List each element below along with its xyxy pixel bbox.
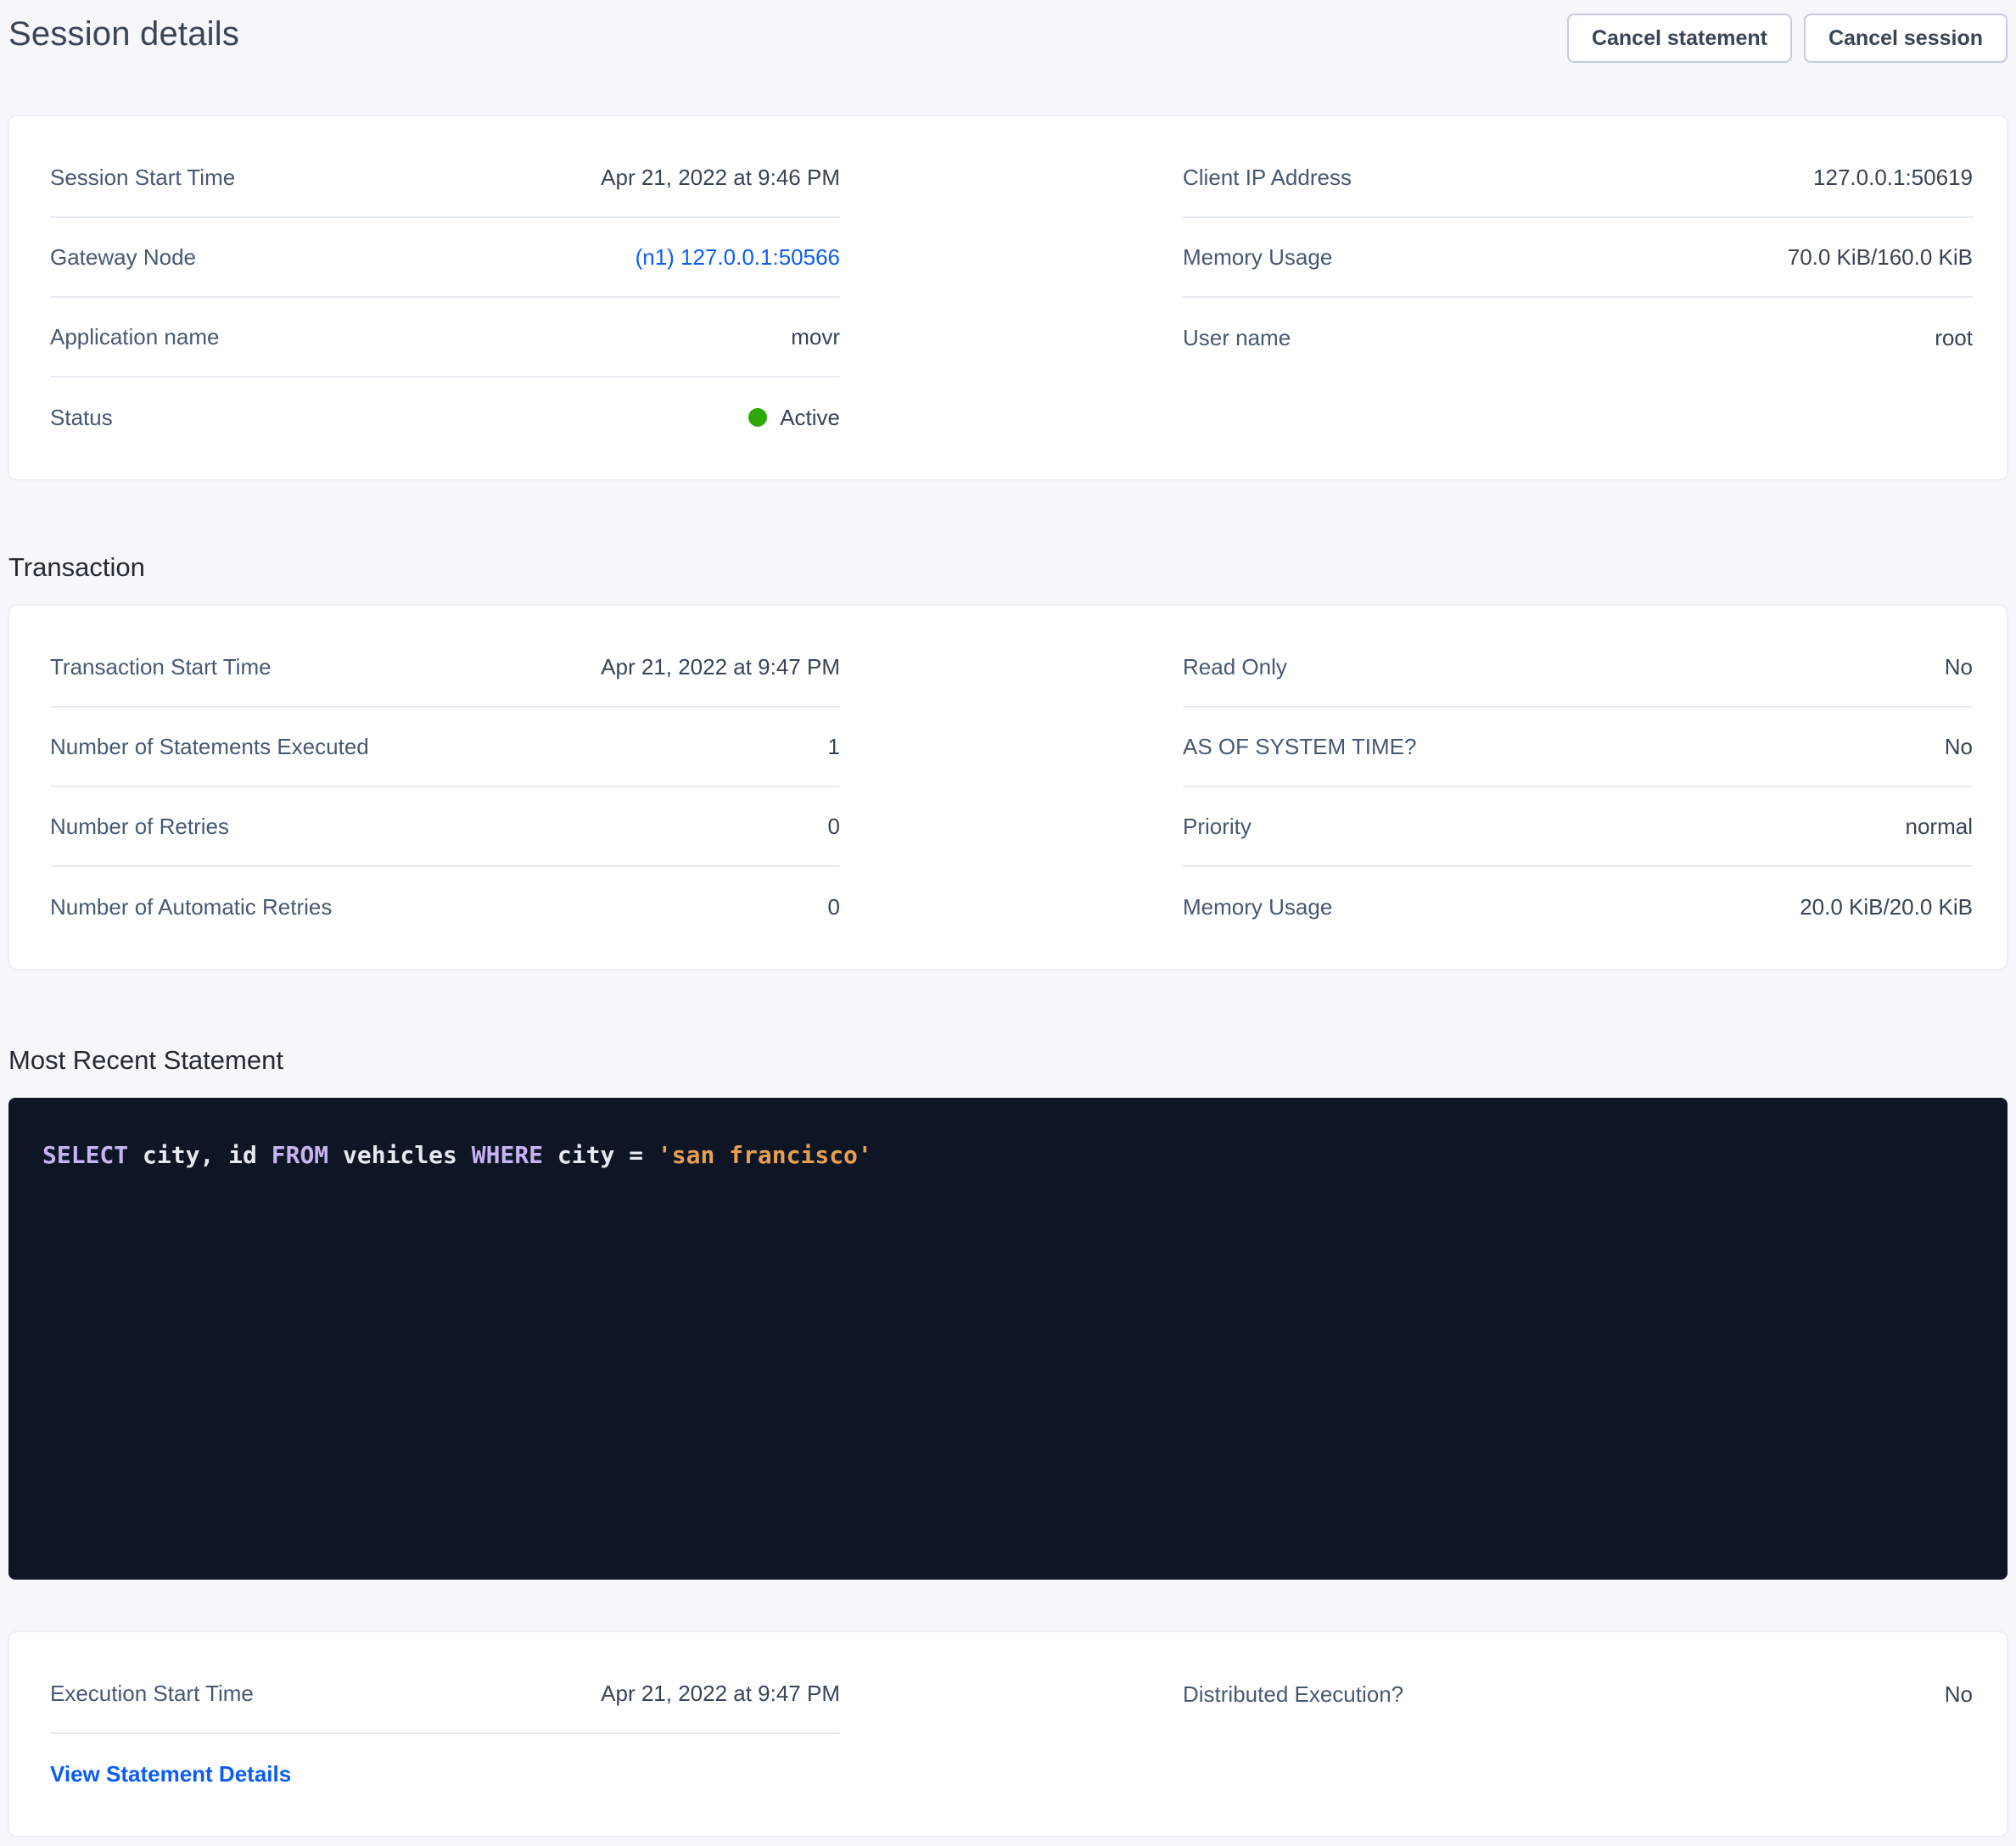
gateway-node-row: Gateway Node (n1) 127.0.0.1:50566 xyxy=(50,218,840,298)
sql-statement-box: SELECT city, id FROM vehicles WHERE city… xyxy=(8,1098,2008,1580)
row-value: 1 xyxy=(828,734,840,760)
transaction-start-time-row: Transaction Start Time Apr 21, 2022 at 9… xyxy=(50,628,840,708)
transaction-card: Transaction Start Time Apr 21, 2022 at 9… xyxy=(8,605,2008,970)
row-value: Apr 21, 2022 at 9:46 PM xyxy=(601,165,840,191)
row-value: No xyxy=(1945,734,1973,760)
execution-right-column: Distributed Execution? No xyxy=(1183,1654,1973,1734)
active-status-dot-icon xyxy=(748,408,767,427)
session-info-card: Session Start Time Apr 21, 2022 at 9:46 … xyxy=(8,115,2008,480)
row-value: No xyxy=(1945,654,1973,680)
row-value: Apr 21, 2022 at 9:47 PM xyxy=(601,654,840,680)
row-label: Session Start Time xyxy=(50,165,235,191)
client-ip-row: Client IP Address 127.0.0.1:50619 xyxy=(1183,138,1973,218)
row-value: 20.0 KiB/20.0 KiB xyxy=(1800,894,1973,920)
row-label: Execution Start Time xyxy=(50,1681,254,1707)
view-statement-details-link[interactable]: View Statement Details xyxy=(50,1761,291,1787)
sql-string-literal: 'san francisco' xyxy=(658,1141,872,1169)
row-value: 70.0 KiB/160.0 KiB xyxy=(1788,244,1973,271)
transaction-section-heading: Transaction xyxy=(8,551,2008,584)
distributed-execution-row: Distributed Execution? No xyxy=(1183,1654,1973,1734)
row-label: Memory Usage xyxy=(1183,244,1332,271)
as-of-system-time-row: AS OF SYSTEM TIME? No xyxy=(1183,708,1973,787)
session-info-right-column: Client IP Address 127.0.0.1:50619 Memory… xyxy=(1183,138,1973,378)
row-label: Transaction Start Time xyxy=(50,654,272,680)
sql-columns: city, id xyxy=(128,1141,272,1169)
row-value: No xyxy=(1945,1681,1973,1708)
execution-left-column: Execution Start Time Apr 21, 2022 at 9:4… xyxy=(50,1654,840,1814)
transaction-left-column: Transaction Start Time Apr 21, 2022 at 9… xyxy=(50,628,840,947)
application-name-row: Application name movr xyxy=(50,298,840,378)
sql-keyword: SELECT xyxy=(42,1141,128,1169)
statement-section-heading: Most Recent Statement xyxy=(8,1044,2008,1077)
row-value: 0 xyxy=(828,814,840,840)
gateway-node-link[interactable]: (n1) 127.0.0.1:50566 xyxy=(636,244,840,271)
sql-table: vehicles xyxy=(328,1141,472,1169)
cancel-statement-button[interactable]: Cancel statement xyxy=(1567,14,1792,63)
session-memory-usage-row: Memory Usage 70.0 KiB/160.0 KiB xyxy=(1183,218,1973,298)
read-only-row: Read Only No xyxy=(1183,628,1973,708)
execution-start-time-row: Execution Start Time Apr 21, 2022 at 9:4… xyxy=(50,1654,840,1734)
cancel-session-button[interactable]: Cancel session xyxy=(1804,14,2008,63)
status-badge: Active xyxy=(748,405,840,431)
row-label: Memory Usage xyxy=(1183,894,1332,920)
row-label: Status xyxy=(50,405,113,431)
session-info-left-column: Session Start Time Apr 21, 2022 at 9:46 … xyxy=(50,138,840,457)
statements-executed-row: Number of Statements Executed 1 xyxy=(50,708,840,787)
execution-card: Execution Start Time Apr 21, 2022 at 9:4… xyxy=(8,1631,2008,1837)
session-details-page: Session details Cancel statement Cancel … xyxy=(0,0,2016,1846)
header-actions: Cancel statement Cancel session xyxy=(1567,14,2008,63)
status-row: Status Active xyxy=(50,378,840,457)
status-text: Active xyxy=(780,405,840,431)
execution-grid: Execution Start Time Apr 21, 2022 at 9:4… xyxy=(9,1632,2007,1836)
row-label: AS OF SYSTEM TIME? xyxy=(1183,734,1416,760)
row-label: Client IP Address xyxy=(1183,165,1352,191)
transaction-right-column: Read Only No AS OF SYSTEM TIME? No Prior… xyxy=(1183,628,1973,947)
row-value: 127.0.0.1:50619 xyxy=(1813,165,1973,191)
row-value: root xyxy=(1935,325,1973,351)
row-label: Number of Retries xyxy=(50,814,229,840)
row-value: Apr 21, 2022 at 9:47 PM xyxy=(601,1681,840,1707)
sql-statement-text: SELECT city, id FROM vehicles WHERE city… xyxy=(42,1138,1974,1172)
view-statement-details-row: View Statement Details xyxy=(50,1734,840,1814)
transaction-memory-usage-row: Memory Usage 20.0 KiB/20.0 KiB xyxy=(1183,867,1973,947)
session-start-time-row: Session Start Time Apr 21, 2022 at 9:46 … xyxy=(50,138,840,218)
row-value: 0 xyxy=(828,894,840,920)
page-title: Session details xyxy=(8,14,239,54)
row-label: Number of Automatic Retries xyxy=(50,894,332,920)
row-value: normal xyxy=(1906,814,1973,840)
session-info-grid: Session Start Time Apr 21, 2022 at 9:46 … xyxy=(9,116,2007,479)
row-label: Gateway Node xyxy=(50,244,196,271)
row-value: movr xyxy=(791,324,840,350)
transaction-grid: Transaction Start Time Apr 21, 2022 at 9… xyxy=(9,606,2007,969)
sql-keyword: FROM xyxy=(272,1141,328,1169)
row-label: Distributed Execution? xyxy=(1183,1681,1403,1708)
sql-condition: city = xyxy=(543,1141,658,1169)
row-label: Priority xyxy=(1183,814,1252,840)
retries-row: Number of Retries 0 xyxy=(50,787,840,867)
priority-row: Priority normal xyxy=(1183,787,1973,867)
row-label: Number of Statements Executed xyxy=(50,734,369,760)
row-label: Application name xyxy=(50,324,219,350)
row-label: User name xyxy=(1183,325,1291,351)
page-header: Session details Cancel statement Cancel … xyxy=(8,0,2008,82)
automatic-retries-row: Number of Automatic Retries 0 xyxy=(50,867,840,947)
sql-keyword: WHERE xyxy=(472,1141,543,1169)
user-name-row: User name root xyxy=(1183,298,1973,378)
row-label: Read Only xyxy=(1183,654,1287,680)
